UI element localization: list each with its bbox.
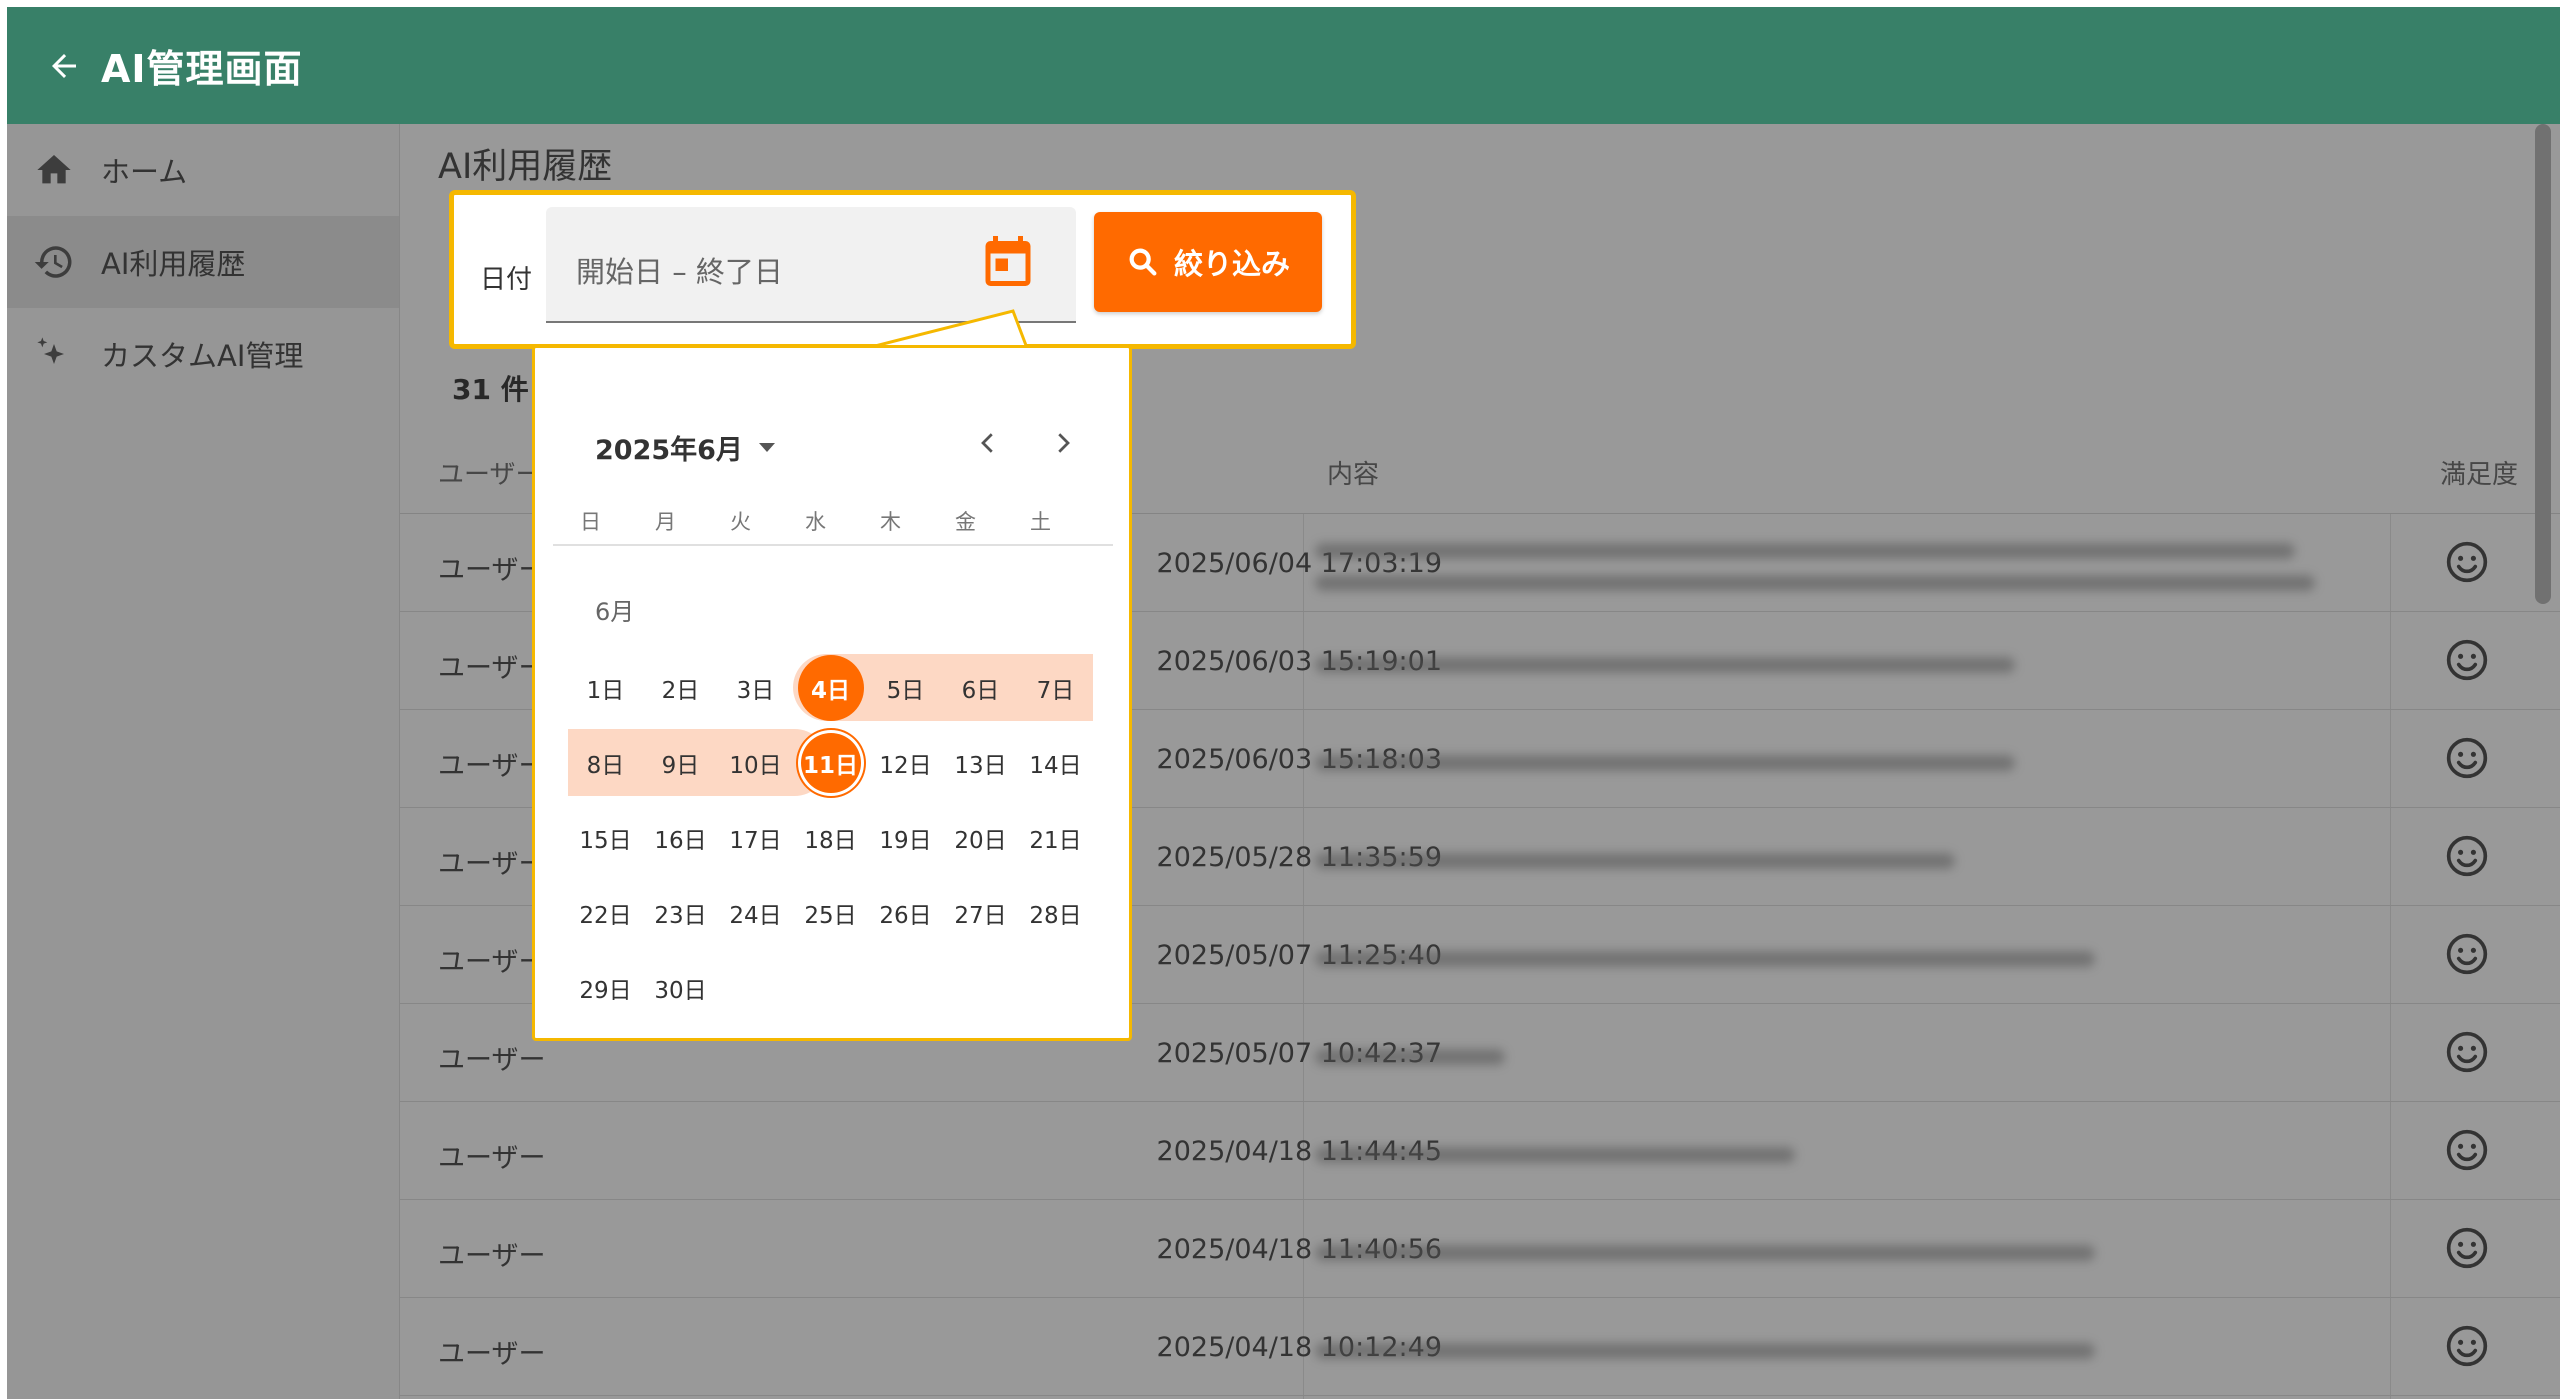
- calendar-day[interactable]: 28日: [1018, 876, 1093, 949]
- filter-button-label: 絞り込み: [1173, 247, 1290, 281]
- chevron-right-icon: [1058, 433, 1070, 453]
- back-button[interactable]: [35, 37, 93, 95]
- date-filter-label: 日付: [480, 265, 533, 295]
- calendar-day[interactable]: 6日: [943, 651, 1018, 724]
- calendar-week: 8日 9日 10日 11日 12日 13日 14日: [568, 726, 1093, 801]
- weekday-label: 木: [880, 510, 901, 534]
- weekday-label: 土: [1030, 510, 1051, 534]
- calendar-day-range-end[interactable]: 11日: [793, 726, 868, 799]
- calendar-day[interactable]: 5日: [868, 651, 943, 724]
- calendar-icon[interactable]: [978, 231, 1038, 291]
- calendar-day[interactable]: 27日: [943, 876, 1018, 949]
- calendar-month-label: 6月: [595, 598, 635, 626]
- month-year-selector[interactable]: 2025年6月: [595, 428, 775, 467]
- calendar-day[interactable]: 14日: [1018, 726, 1093, 799]
- app-window: AI管理画面 ホーム AI利用履歴 カスタムAI管理 AI利用履歴 31 件 ユ…: [7, 7, 2560, 1399]
- calendar-day[interactable]: 3日: [718, 651, 793, 724]
- calendar-day[interactable]: 2日: [643, 651, 718, 724]
- calendar-day[interactable]: 22日: [568, 876, 643, 949]
- prev-month-button[interactable]: [965, 420, 1011, 466]
- calendar-week: 29日 30日: [568, 951, 1093, 1026]
- calendar-day[interactable]: 12日: [868, 726, 943, 799]
- weekday-label: 金: [955, 510, 976, 534]
- calendar-day[interactable]: 16日: [643, 801, 718, 874]
- calendar-day-range-start[interactable]: 4日: [793, 651, 868, 724]
- date-range-placeholder: 開始日 – 終了日: [576, 255, 783, 289]
- calendar-day[interactable]: 29日: [568, 951, 643, 1024]
- calendar-day[interactable]: 25日: [793, 876, 868, 949]
- calendar-day[interactable]: 9日: [643, 726, 718, 799]
- calendar-week: 1日 2日 3日 4日 5日 6日 7日: [568, 651, 1093, 726]
- filter-button[interactable]: 絞り込み: [1094, 212, 1322, 312]
- calendar-week: 22日 23日 24日 25日 26日 27日 28日: [568, 876, 1093, 951]
- next-month-button[interactable]: [1040, 420, 1086, 466]
- weekday-header: 日 月 火 水 木 金 土: [553, 506, 1113, 546]
- arrow-left-icon: [52, 53, 76, 78]
- calendar-day[interactable]: 1日: [568, 651, 643, 724]
- calendar-week: 15日 16日 17日 18日 19日 20日 21日: [568, 801, 1093, 876]
- weekday-label: 火: [730, 510, 751, 534]
- calendar-day[interactable]: 8日: [568, 726, 643, 799]
- calendar-day[interactable]: 10日: [718, 726, 793, 799]
- calendar-day[interactable]: 7日: [1018, 651, 1093, 724]
- calendar-day[interactable]: 18日: [793, 801, 868, 874]
- weekday-label: 月: [655, 510, 676, 534]
- calendar-grid: 1日 2日 3日 4日 5日 6日 7日 8日 9日 10日 11日 12日 1…: [568, 651, 1093, 1026]
- calendar-day[interactable]: 15日: [568, 801, 643, 874]
- calendar-month-year: 2025年6月: [595, 435, 743, 466]
- calendar-day[interactable]: 17日: [718, 801, 793, 874]
- calendar-day[interactable]: 23日: [643, 876, 718, 949]
- calendar-day[interactable]: 13日: [943, 726, 1018, 799]
- calendar-day[interactable]: 30日: [643, 951, 718, 1024]
- date-picker-calendar: 2025年6月 日 月 火 水 木 金 土 6月 1日 2日 3日 4日 5日 …: [532, 345, 1132, 1041]
- calendar-day[interactable]: 20日: [943, 801, 1018, 874]
- app-title: AI管理画面: [101, 47, 303, 91]
- calendar-day[interactable]: 21日: [1018, 801, 1093, 874]
- date-range-input[interactable]: 開始日 – 終了日: [546, 207, 1076, 323]
- calendar-day[interactable]: 26日: [868, 876, 943, 949]
- calendar-day[interactable]: 24日: [718, 876, 793, 949]
- weekday-label: 水: [805, 510, 826, 534]
- app-bar: AI管理画面: [7, 7, 2560, 124]
- weekday-label: 日: [580, 510, 601, 534]
- calendar-day[interactable]: 19日: [868, 801, 943, 874]
- chevron-left-icon: [981, 433, 993, 453]
- caret-down-icon: [758, 443, 775, 452]
- search-icon: [1129, 248, 1157, 276]
